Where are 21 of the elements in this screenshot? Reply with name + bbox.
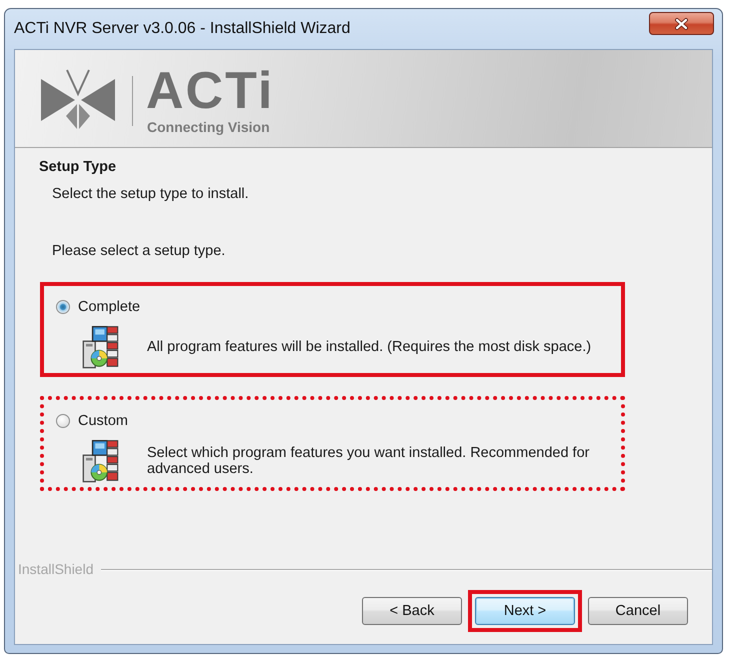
prompt-text: Please select a setup type. xyxy=(52,242,226,260)
butterfly-logo-icon xyxy=(40,69,116,130)
computer-with-disc-icon xyxy=(82,438,119,483)
page-heading: Setup Type xyxy=(39,158,116,176)
computer-with-disc-icon xyxy=(82,324,119,369)
window-title: ACTi NVR Server v3.0.06 - InstallShield Wizard xyxy=(14,19,350,38)
radio-button[interactable] xyxy=(56,300,70,314)
option-description: All program features will be installed. (Requires the most disk space.) xyxy=(147,338,592,354)
radio-button[interactable] xyxy=(56,414,70,428)
radio-label[interactable]: Complete xyxy=(78,298,140,316)
option-description: Select which program features you want installed. Recommended for advanced users. xyxy=(147,444,590,476)
brand-name: ACTi xyxy=(146,68,274,112)
brand-tagline: Connecting Vision xyxy=(147,118,270,134)
wizard-button[interactable]: Cancel xyxy=(588,597,688,625)
installer-brand-label: InstallShield xyxy=(18,561,94,578)
radio-label[interactable]: Custom xyxy=(78,412,128,430)
close-button[interactable] xyxy=(649,12,714,35)
wizard-button[interactable]: < Back xyxy=(362,597,462,625)
wizard-button[interactable]: Next > xyxy=(475,597,575,625)
page-subheading: Select the setup type to install. xyxy=(52,185,249,203)
close-icon xyxy=(675,18,688,30)
